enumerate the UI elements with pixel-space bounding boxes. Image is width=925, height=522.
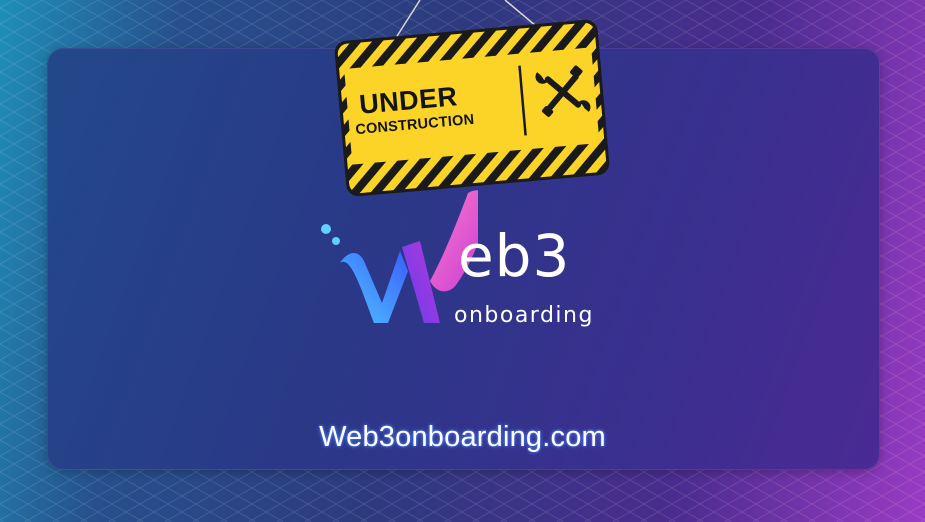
- web3onboarding-logo: eb3 onboarding: [318, 185, 618, 335]
- logo-bubble: [332, 237, 340, 245]
- wrench-screwdriver-icon: [535, 65, 591, 117]
- logo-tagline: onboarding: [454, 303, 594, 328]
- site-url-link[interactable]: Web3onboarding.com: [0, 421, 925, 454]
- logo-bubble: [321, 224, 331, 234]
- page: UNDER CONSTRUCTION eb3 onboarding Web3on…: [0, 0, 925, 522]
- under-construction-sign: UNDER CONSTRUCTION: [332, 17, 613, 200]
- logo-wordmark: eb3: [458, 222, 571, 290]
